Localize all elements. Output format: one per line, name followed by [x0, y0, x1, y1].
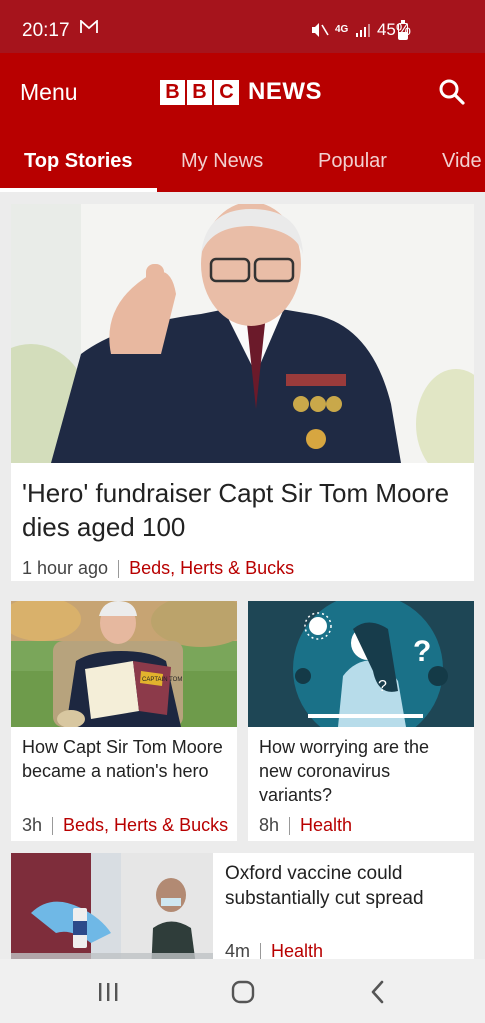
home-icon[interactable] — [229, 979, 257, 1005]
meta-divider — [52, 816, 54, 835]
svg-text:?: ? — [378, 678, 387, 695]
story-time: 3h — [22, 815, 43, 835]
battery-icon — [398, 20, 408, 40]
story-time: 8h — [259, 815, 280, 835]
recent-apps-icon[interactable] — [94, 979, 122, 1005]
top-story-card[interactable]: 'Hero' fundraiser Capt Sir Tom Moore die… — [11, 204, 474, 581]
logo-letter: B — [160, 79, 185, 105]
story-meta: 8h Health — [259, 815, 352, 836]
story-topic-link[interactable]: Health — [300, 815, 352, 836]
story-topic-link[interactable]: Beds, Herts & Bucks — [63, 815, 228, 836]
story-meta: 3h Beds, Herts & Bucks — [22, 815, 228, 836]
story-meta: 4m Health — [225, 941, 323, 959]
book-title: CAPTAIN TOM — [142, 677, 182, 683]
system-navigation-bar — [0, 959, 485, 1023]
meta-divider — [260, 942, 262, 959]
search-icon[interactable] — [437, 77, 467, 107]
signal-icon — [355, 24, 370, 37]
story-card-left[interactable]: CAPTAIN TOM How Capt Sir Tom Moore becam… — [11, 601, 237, 841]
meta-divider — [289, 816, 291, 835]
story-image: ? ? — [248, 601, 474, 727]
menu-button[interactable]: Menu — [20, 79, 78, 106]
mute-icon — [311, 23, 329, 37]
tab-my-news[interactable]: My News — [181, 150, 263, 173]
mail-icon — [80, 19, 98, 39]
tab-video[interactable]: Vide — [442, 150, 482, 173]
story-headline: How Capt Sir Tom Moore became a nation's… — [22, 737, 223, 781]
section-tabs: Top Stories My News Popular Vide — [0, 143, 485, 192]
bbc-news-logo: B B C NEWS — [160, 78, 322, 106]
logo-letter: C — [214, 79, 239, 105]
story-feed: 'Hero' fundraiser Capt Sir Tom Moore die… — [0, 192, 485, 959]
story-time: 1 hour ago — [22, 558, 109, 578]
story-card-right[interactable]: ? ? How worrying are the new coronavirus… — [248, 601, 474, 841]
story-headline: 'Hero' fundraiser Capt Sir Tom Moore die… — [22, 478, 450, 542]
back-icon[interactable] — [364, 979, 392, 1005]
status-bar: 20:17 4G 45% — [0, 0, 485, 53]
tab-top-stories[interactable]: Top Stories — [24, 150, 133, 173]
meta-divider — [118, 559, 120, 578]
status-indicators: 4G 45% — [311, 20, 411, 40]
story-card-horizontal[interactable]: Oxford vaccine could substantially cut s… — [11, 853, 474, 959]
story-meta: 1 hour ago Beds, Herts & Bucks — [22, 558, 294, 579]
story-topic-link[interactable]: Health — [271, 941, 323, 959]
story-image: CAPTAIN TOM — [11, 601, 237, 727]
svg-text:?: ? — [413, 635, 431, 668]
network-type: 4G — [334, 24, 349, 35]
status-time: 20:17 — [22, 20, 70, 41]
story-time: 4m — [225, 941, 251, 959]
story-headline: Oxford vaccine could substantially cut s… — [225, 863, 424, 909]
logo-letter: B — [187, 79, 212, 105]
story-image — [11, 853, 213, 959]
tab-popular[interactable]: Popular — [318, 150, 387, 173]
logo-word: NEWS — [248, 78, 322, 105]
app-header: Menu B B C NEWS Top Stories My News Popu… — [0, 53, 485, 192]
story-headline: How worrying are the new coronavirus var… — [259, 737, 430, 805]
story-image — [11, 204, 474, 463]
story-topic-link[interactable]: Beds, Herts & Bucks — [129, 558, 294, 579]
